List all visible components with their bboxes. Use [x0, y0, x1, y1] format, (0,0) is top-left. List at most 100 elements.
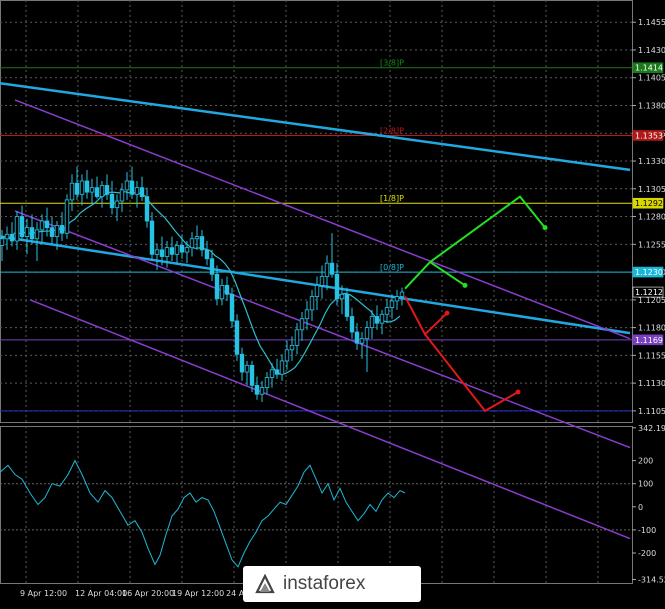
candle-body — [184, 247, 190, 253]
candle-body — [14, 216, 20, 242]
candle-body — [334, 273, 340, 300]
candle-body — [129, 180, 135, 195]
price-badge-label: 1.1353 — [635, 131, 663, 140]
candle-body — [149, 220, 155, 255]
indicator-tick-label: -200 — [638, 549, 656, 558]
candle-body — [284, 349, 290, 362]
candle-body — [369, 316, 375, 329]
candle-body — [134, 187, 140, 195]
price-tick-label: 1.1330 — [638, 157, 665, 166]
candle-body — [269, 369, 275, 378]
time-tick-label: 9 Apr 12:00 — [20, 589, 67, 598]
candle-body — [144, 196, 150, 222]
candle-body — [224, 285, 230, 295]
price-badge-label: 1.1230 — [635, 268, 663, 277]
forecast-arrow — [404, 260, 466, 290]
candle-body — [384, 307, 390, 315]
indicator-tick-label: 100 — [638, 480, 653, 489]
price-badge-label: 1.1212 — [635, 288, 663, 297]
time-tick-label: 19 Apr 12:00 — [172, 589, 224, 598]
indicator-tick-label: 0 — [638, 503, 643, 512]
price-axis: 1.14551.14301.14051.13801.13551.13301.13… — [632, 18, 665, 584]
candle-body — [209, 258, 215, 275]
candle-body — [104, 185, 110, 195]
candle-body — [39, 220, 45, 231]
murray-label: [2/8]P — [380, 126, 404, 135]
price-badge-label: 1.1169 — [635, 336, 663, 345]
candle-body — [309, 296, 315, 311]
candle-body — [259, 387, 265, 395]
candle-body — [294, 329, 300, 346]
candle-body — [24, 227, 30, 237]
candle-body — [179, 245, 185, 253]
candle-body — [379, 313, 385, 324]
candle-body — [344, 293, 350, 317]
trend-line — [0, 235, 631, 335]
candle-body — [239, 353, 245, 373]
candle-body — [244, 364, 250, 373]
main-frame — [0, 0, 633, 423]
candle-body — [339, 293, 345, 300]
price-tick-label: 1.1380 — [638, 102, 665, 111]
candle-body — [399, 291, 405, 297]
forecast-arrow-head — [462, 282, 468, 288]
candle-body — [359, 338, 365, 344]
candle-body — [89, 187, 95, 193]
time-axis: 9 Apr 12:00 12 Apr 04:0016 Apr 20:0019 Ap… — [20, 589, 253, 598]
watermark-text: instaforex — [283, 573, 366, 594]
candle-body — [234, 320, 240, 355]
trend-line — [29, 299, 631, 540]
candle-body — [254, 384, 260, 395]
price-tick-label: 1.1130 — [638, 379, 665, 388]
candle-body — [279, 360, 285, 375]
candle-body — [0, 238, 5, 246]
chart-canvas: [3/8]P [2/8]P [1/8]P [0/8]P 1.1455 1.1430 1.1… — [0, 0, 665, 598]
candle-body — [109, 193, 115, 209]
candle-body — [229, 293, 235, 322]
candle-body — [324, 262, 330, 277]
forecast-arrow-head — [444, 310, 450, 316]
candle-body — [59, 225, 65, 234]
murray-label: [1/8]P — [380, 194, 404, 203]
forecast-arrow-head — [515, 389, 521, 395]
candle-body — [364, 327, 370, 340]
price-tick-label: 1.1255 — [638, 240, 665, 249]
forecast-arrow — [429, 195, 546, 263]
candle-body — [204, 249, 210, 260]
candle-body — [174, 245, 180, 255]
indicator-tick-label: 200 — [638, 457, 653, 466]
candle-body — [219, 285, 225, 300]
candle-body — [74, 182, 80, 195]
time-tick-label: 12 Apr 04:00 — [75, 589, 127, 598]
candle-body — [299, 318, 305, 331]
indicator-tick-label: -314.5224 — [638, 575, 665, 584]
chart-window: [3/8]P [2/8]P [1/8]P [0/8]P 1.1455 1.1430 1.1… — [0, 0, 665, 605]
candle-body — [374, 316, 380, 324]
forecast-arrow-head — [542, 225, 548, 231]
candle-body — [194, 236, 200, 240]
candle-body — [49, 227, 55, 237]
candle-body — [329, 262, 335, 275]
candle-body — [169, 247, 175, 255]
murray-label: [0/8]P — [380, 263, 404, 272]
candle-body — [19, 216, 25, 237]
candle-body — [304, 309, 310, 320]
candle-body — [139, 187, 145, 197]
candle-body — [154, 249, 160, 255]
candle-body — [9, 233, 15, 242]
candle-body — [314, 285, 320, 297]
price-tick-label: 1.1455 — [638, 18, 665, 27]
price-tick-label: 1.1105 — [638, 407, 665, 416]
trend-line — [0, 82, 631, 172]
candle-body — [389, 300, 395, 309]
candle-body — [44, 220, 50, 229]
candle-body — [4, 233, 10, 240]
candle-body — [289, 344, 295, 351]
price-tick-label: 1.1405 — [638, 74, 665, 83]
candle-body — [34, 229, 40, 240]
price-chart: [3/8]P [2/8]P [1/8]P [0/8]P — [0, 59, 632, 540]
candle-body — [354, 331, 360, 344]
candle-body — [29, 227, 35, 240]
candle-body — [394, 296, 400, 302]
candle-body — [69, 182, 75, 201]
